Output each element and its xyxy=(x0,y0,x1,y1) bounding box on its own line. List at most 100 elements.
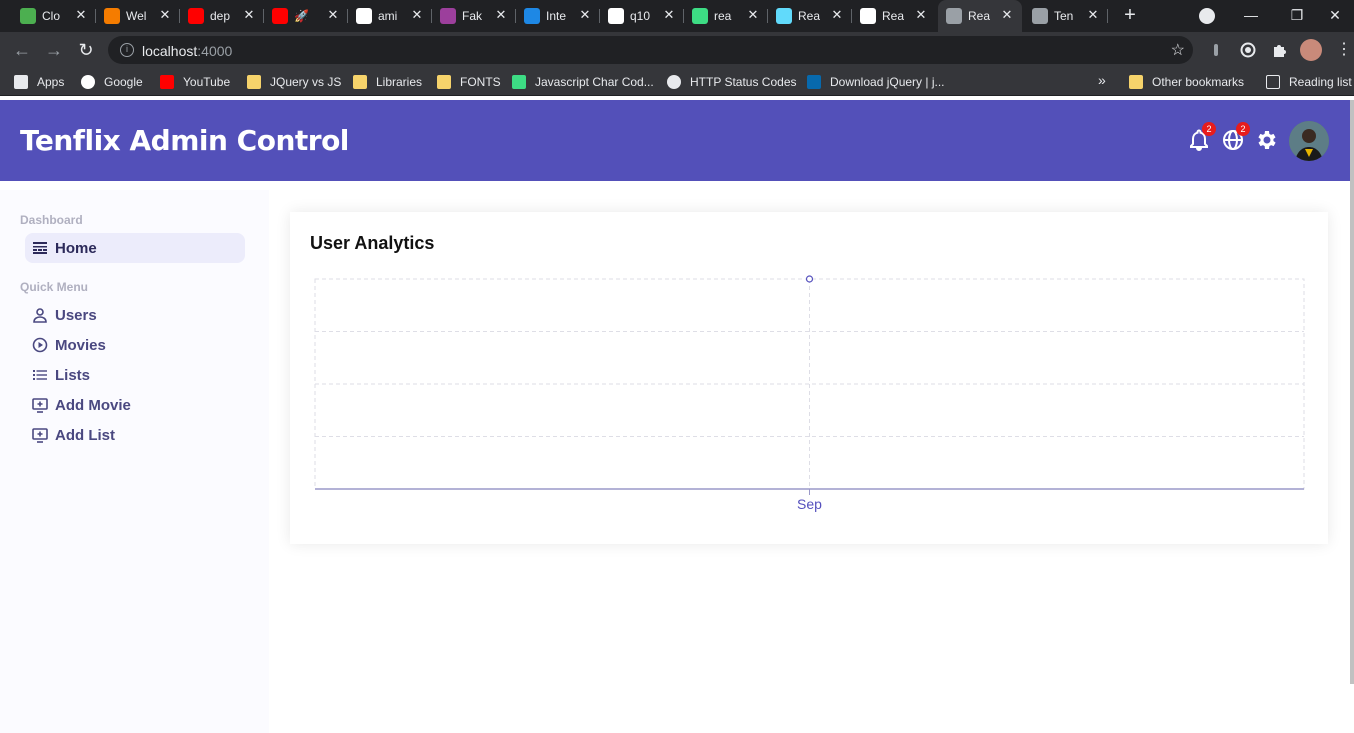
bookmarks-overflow-button[interactable]: » xyxy=(1098,72,1106,88)
tab-favicon-icon xyxy=(440,8,456,24)
bookmark-item[interactable]: HTTP Status Codes xyxy=(667,74,797,90)
user-analytics-chart[interactable]: Sep xyxy=(290,212,1328,544)
bookmark-item[interactable]: Javascript Char Cod... xyxy=(512,74,654,90)
tab-title: Clo xyxy=(42,9,61,23)
bookmark-item[interactable]: Google xyxy=(81,74,143,90)
bookmark-label: FONTS xyxy=(460,75,501,89)
tab-close-icon[interactable]: ✕ xyxy=(494,8,508,22)
browser-tab[interactable]: Rea ✕ xyxy=(938,0,1022,32)
globe-icon xyxy=(667,75,681,89)
tab-favicon-icon xyxy=(188,8,204,24)
bookmark-label: HTTP Status Codes xyxy=(690,75,797,89)
sidebar-item-lists[interactable]: Lists xyxy=(25,360,245,390)
browser-tab[interactable]: rea ✕ xyxy=(684,0,768,32)
browser-tab[interactable]: Fak ✕ xyxy=(432,0,516,32)
sidebar: Dashboard Home Quick Menu Users Movies L… xyxy=(0,190,269,733)
folder-icon xyxy=(437,75,451,89)
extension-flask-icon[interactable] xyxy=(1208,42,1224,58)
bookmark-label: Javascript Char Cod... xyxy=(535,75,654,89)
sidebar-item-users[interactable]: Users xyxy=(25,300,245,330)
other-bookmarks[interactable]: Other bookmarks xyxy=(1129,74,1244,90)
folder-icon xyxy=(1129,75,1143,89)
settings-button[interactable] xyxy=(1255,128,1279,152)
bookmark-item[interactable]: JQuery vs JS xyxy=(247,74,341,90)
back-button[interactable]: ← xyxy=(10,38,34,62)
user-icon xyxy=(33,308,47,323)
sidebar-item-add-list[interactable]: Add List xyxy=(25,420,245,450)
bookmark-item[interactable]: FONTS xyxy=(437,74,501,90)
tab-close-icon[interactable]: ✕ xyxy=(1000,8,1014,22)
reading-list[interactable]: Reading list xyxy=(1266,74,1352,90)
sidebar-item-add-movie[interactable]: Add Movie xyxy=(25,390,245,420)
sidebar-item-home[interactable]: Home xyxy=(25,233,245,263)
user-avatar[interactable] xyxy=(1289,121,1329,161)
tab-title: Wel xyxy=(126,9,147,23)
tab-favicon-icon xyxy=(860,8,876,24)
tab-close-icon[interactable]: ✕ xyxy=(746,8,760,22)
browser-menu-icon[interactable]: ⋮ xyxy=(1332,38,1354,62)
browser-tab[interactable]: q10 ✕ xyxy=(600,0,684,32)
chart-data-point xyxy=(805,275,814,283)
tab-close-icon[interactable]: ✕ xyxy=(578,8,592,22)
new-tab-button[interactable]: + xyxy=(1118,4,1142,28)
bookmark-item[interactable]: Apps xyxy=(14,74,64,90)
language-button[interactable]: 2 xyxy=(1221,122,1250,152)
tab-close-icon[interactable]: ✕ xyxy=(914,8,928,22)
timeline-icon xyxy=(33,242,47,254)
tab-close-icon[interactable]: ✕ xyxy=(242,8,256,22)
tab-title: 🚀 xyxy=(294,9,309,23)
sidebar-item-label: Home xyxy=(55,239,97,257)
app-logo[interactable]: Tenflix Admin Control xyxy=(20,124,349,157)
tab-favicon-icon xyxy=(608,8,624,24)
tab-title: Inte xyxy=(546,9,567,23)
browser-tab[interactable]: 🚀 ✕ xyxy=(264,0,348,32)
tab-close-icon[interactable]: ✕ xyxy=(326,8,340,22)
tab-close-icon[interactable]: ✕ xyxy=(662,8,676,22)
apps-grid-icon xyxy=(14,75,28,89)
tab-close-icon[interactable]: ✕ xyxy=(158,8,172,22)
extensions-puzzle-icon[interactable] xyxy=(1272,42,1288,58)
browser-tab[interactable]: Clo ✕ xyxy=(12,0,96,32)
tab-favicon-icon xyxy=(776,8,792,24)
tab-close-icon[interactable]: ✕ xyxy=(74,8,88,22)
tab-close-icon[interactable]: ✕ xyxy=(830,8,844,22)
profile-avatar[interactable] xyxy=(1300,39,1322,61)
forward-button[interactable]: → xyxy=(42,38,66,62)
bookmark-item[interactable]: Download jQuery | j... xyxy=(807,74,945,90)
browser-tab-strip: Clo ✕ Wel ✕ dep ✕ 🚀 ✕ ami ✕ Fak ✕ Inte ✕ q10 ✕ rea ✕ Rea ✕ R… xyxy=(0,0,1354,32)
tab-title: rea xyxy=(714,9,732,23)
sidebar-item-movies[interactable]: Movies xyxy=(25,330,245,360)
reading-list-icon xyxy=(1266,75,1280,89)
tab-favicon-icon xyxy=(272,8,288,24)
browser-tab[interactable]: Rea ✕ xyxy=(852,0,936,32)
bookmark-star-icon[interactable]: ☆ xyxy=(1171,40,1185,60)
sidebar-group-title: Quick Menu xyxy=(20,280,89,294)
bookmark-label: YouTube xyxy=(183,75,231,89)
bookmark-item[interactable]: YouTube xyxy=(160,74,230,90)
extension-circle-icon[interactable] xyxy=(1240,42,1256,58)
tab-favicon-icon xyxy=(946,8,962,24)
page-scrollbar[interactable] xyxy=(1350,100,1354,684)
tab-close-icon[interactable]: ✕ xyxy=(1086,8,1100,22)
tab-title: ami xyxy=(378,9,398,23)
site-info-icon[interactable]: i xyxy=(120,43,134,57)
reload-button[interactable]: ↻ xyxy=(74,38,98,62)
browser-tab[interactable]: ami ✕ xyxy=(348,0,432,32)
bookmark-label: JQuery vs JS xyxy=(270,75,342,89)
browser-tab[interactable]: Inte ✕ xyxy=(516,0,600,32)
chart-x-tick-label: Sep xyxy=(797,496,822,512)
address-bar[interactable]: i localhost:4000 ☆ xyxy=(108,36,1193,64)
sidebar-group-title: Dashboard xyxy=(20,213,83,227)
tab-close-icon[interactable]: ✕ xyxy=(410,8,424,22)
browser-tab[interactable]: Ten ✕ xyxy=(1024,0,1108,32)
notifications-button[interactable]: 2 xyxy=(1187,122,1216,152)
sidebar-item-label: Users xyxy=(55,306,97,324)
gear-icon xyxy=(1258,131,1276,149)
browser-tab[interactable]: dep ✕ xyxy=(180,0,264,32)
minimize-button[interactable]: — xyxy=(1228,0,1274,32)
close-window-button[interactable]: ✕ xyxy=(1312,0,1354,32)
bookmark-item[interactable]: Libraries xyxy=(353,74,422,90)
browser-tab[interactable]: Wel ✕ xyxy=(96,0,180,32)
browser-tab[interactable]: Rea ✕ xyxy=(768,0,852,32)
tab-search-icon[interactable] xyxy=(1199,8,1215,24)
